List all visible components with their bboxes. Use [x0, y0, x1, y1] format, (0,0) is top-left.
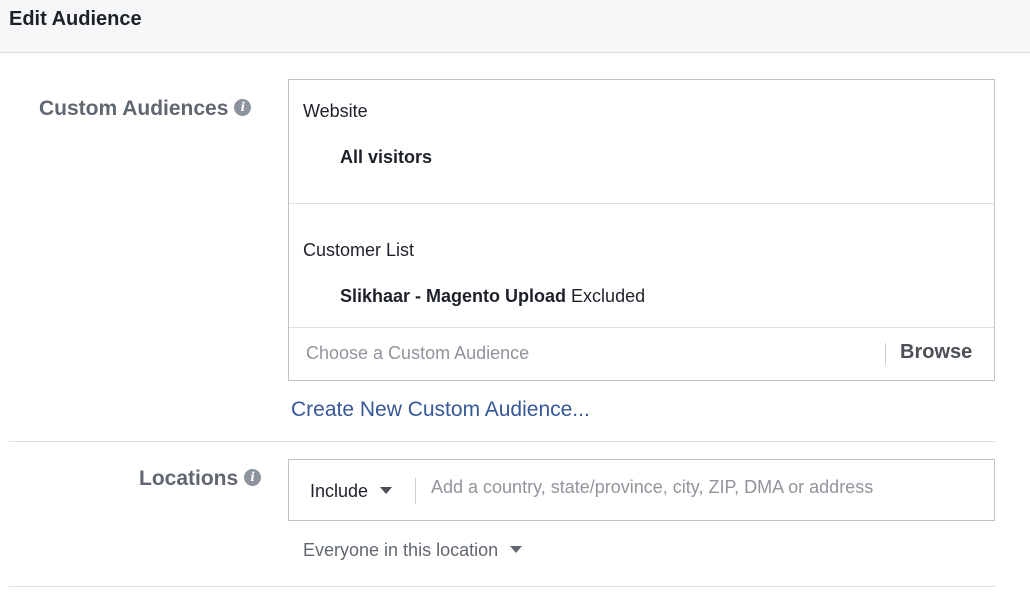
custom-audience-search-input[interactable] — [306, 343, 866, 364]
location-scope-value: Everyone in this location — [303, 540, 499, 560]
browse-button[interactable]: Browse — [900, 341, 972, 364]
audience-type: Website — [303, 101, 368, 121]
audience-name: All visitors — [340, 147, 432, 168]
audience-item-customer-list[interactable]: Customer List Slikhaar - Magento Upload … — [289, 203, 994, 328]
audience-name: Slikhaar - Magento Upload Excluded — [340, 286, 645, 307]
info-icon[interactable]: i — [234, 98, 252, 116]
custom-audience-box: Website All visitors Customer List Slikh… — [288, 79, 995, 381]
locations-label-text: Locations — [139, 467, 239, 490]
section-divider — [9, 586, 995, 587]
custom-audiences-label: Custom Audiences i — [39, 97, 252, 121]
audience-name-text: All visitors — [340, 147, 433, 167]
audience-item-website[interactable]: Website All visitors — [289, 80, 994, 204]
locations-label: Locations i — [139, 467, 262, 491]
dialog-title: Edit Audience — [9, 8, 142, 30]
divider — [885, 343, 886, 365]
divider — [415, 478, 416, 504]
location-scope-dropdown[interactable]: Everyone in this location — [303, 540, 523, 561]
audience-status: Excluded — [571, 286, 646, 306]
caret-down-icon — [380, 486, 393, 494]
dialog-header: Edit Audience — [0, 0, 1030, 53]
location-search-box: Include — [288, 459, 995, 521]
include-dropdown[interactable]: Include — [310, 481, 393, 502]
custom-audiences-label-text: Custom Audiences — [39, 97, 229, 120]
audience-name-text: Slikhaar - Magento Upload — [340, 286, 567, 306]
section-divider — [9, 441, 995, 442]
location-search-input[interactable] — [431, 477, 981, 498]
create-new-custom-audience-link[interactable]: Create New Custom Audience... — [291, 398, 590, 422]
custom-audience-search-row: Browse — [289, 327, 994, 380]
caret-down-icon — [510, 545, 523, 553]
include-dropdown-value: Include — [310, 481, 369, 501]
audience-type: Customer List — [303, 240, 415, 260]
info-icon[interactable]: i — [244, 468, 262, 486]
